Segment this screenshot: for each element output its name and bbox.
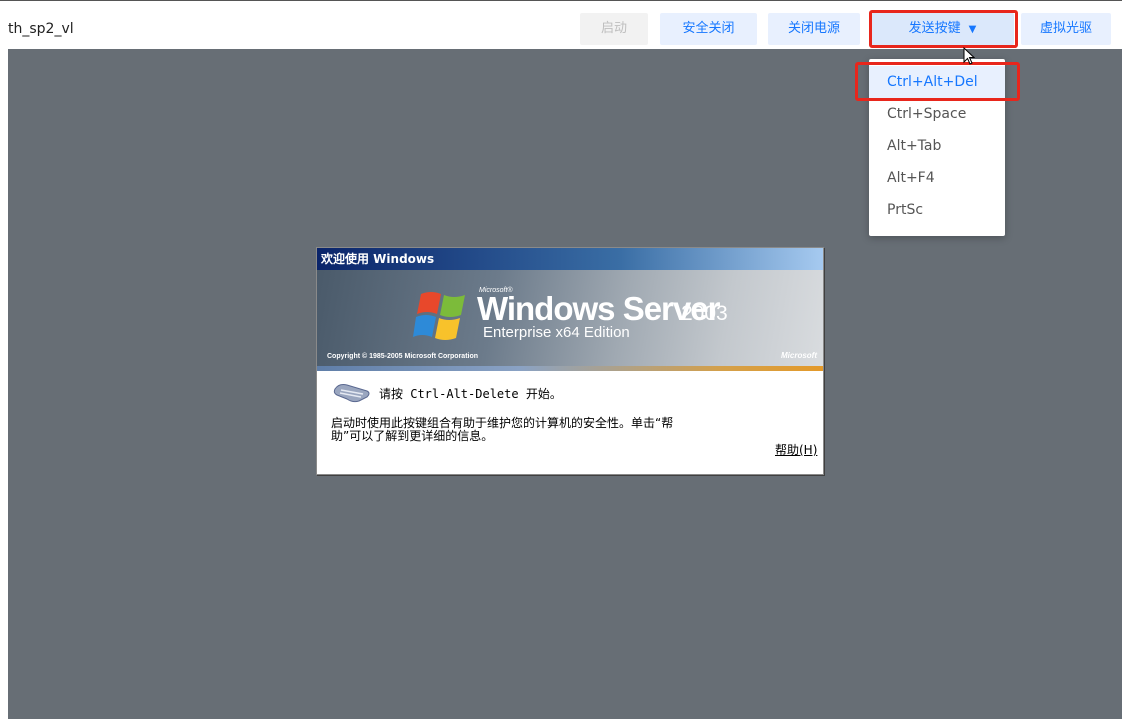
power-off-button[interactable]: 关闭电源: [768, 13, 860, 45]
windows-flag-logo: [413, 292, 465, 340]
send-keys-label: 发送按键: [908, 21, 961, 36]
dialog-body: 请按 Ctrl-Alt-Delete 开始。 启动时使用此按键组合有助于维护您的…: [317, 371, 823, 475]
send-keys-dropdown: Ctrl+Alt+Del Ctrl+Space Alt+Tab Alt+F4 P…: [869, 59, 1005, 236]
microsoft-logo: Microsoft: [781, 351, 817, 360]
help-button[interactable]: 帮助(H): [775, 441, 817, 458]
windows-edition: Enterprise x64 Edition: [483, 324, 630, 341]
windows-version: 2003: [681, 302, 728, 325]
safe-shutdown-button[interactable]: 安全关闭: [660, 13, 757, 45]
menu-item-prtsc[interactable]: PrtSc: [869, 194, 1005, 226]
menu-item-ctrl-alt-del[interactable]: Ctrl+Alt+Del: [869, 66, 1005, 98]
windows-server-banner: Microsoft® Windows Server 2003 Enterpris…: [317, 270, 823, 366]
virtual-cdrom-button[interactable]: 虚拟光驱: [1021, 13, 1111, 45]
windows-welcome-dialog: 欢迎使用 Windows Microsoft® Windows Server 2…: [316, 247, 824, 475]
press-ctrl-alt-delete-text: 请按 Ctrl-Alt-Delete 开始。: [379, 387, 562, 401]
send-keys-button[interactable]: 发送按键 ▼: [871, 13, 1014, 45]
caret-down-icon: ▼: [968, 24, 977, 35]
keyboard-icon: [333, 384, 370, 403]
copyright-text: Copyright © 1985-2005 Microsoft Corporat…: [327, 353, 479, 360]
start-button[interactable]: 启动: [580, 13, 648, 45]
help-description: 启动时使用此按键组合有助于维护您的计算机的安全性。单击“帮助”可以了解到更详细的…: [331, 416, 674, 443]
menu-item-alt-f4[interactable]: Alt+F4: [869, 162, 1005, 194]
dialog-title: 欢迎使用 Windows: [317, 248, 823, 270]
menu-item-ctrl-space[interactable]: Ctrl+Space: [869, 98, 1005, 130]
vm-console-toolbar: th_sp2_vl 启动 安全关闭 关闭电源 发送按键 ▼ 虚拟光驱: [0, 0, 1122, 48]
vm-name-label: th_sp2_vl: [8, 21, 74, 37]
menu-item-alt-tab[interactable]: Alt+Tab: [869, 130, 1005, 162]
mouse-cursor-icon: [963, 47, 975, 65]
